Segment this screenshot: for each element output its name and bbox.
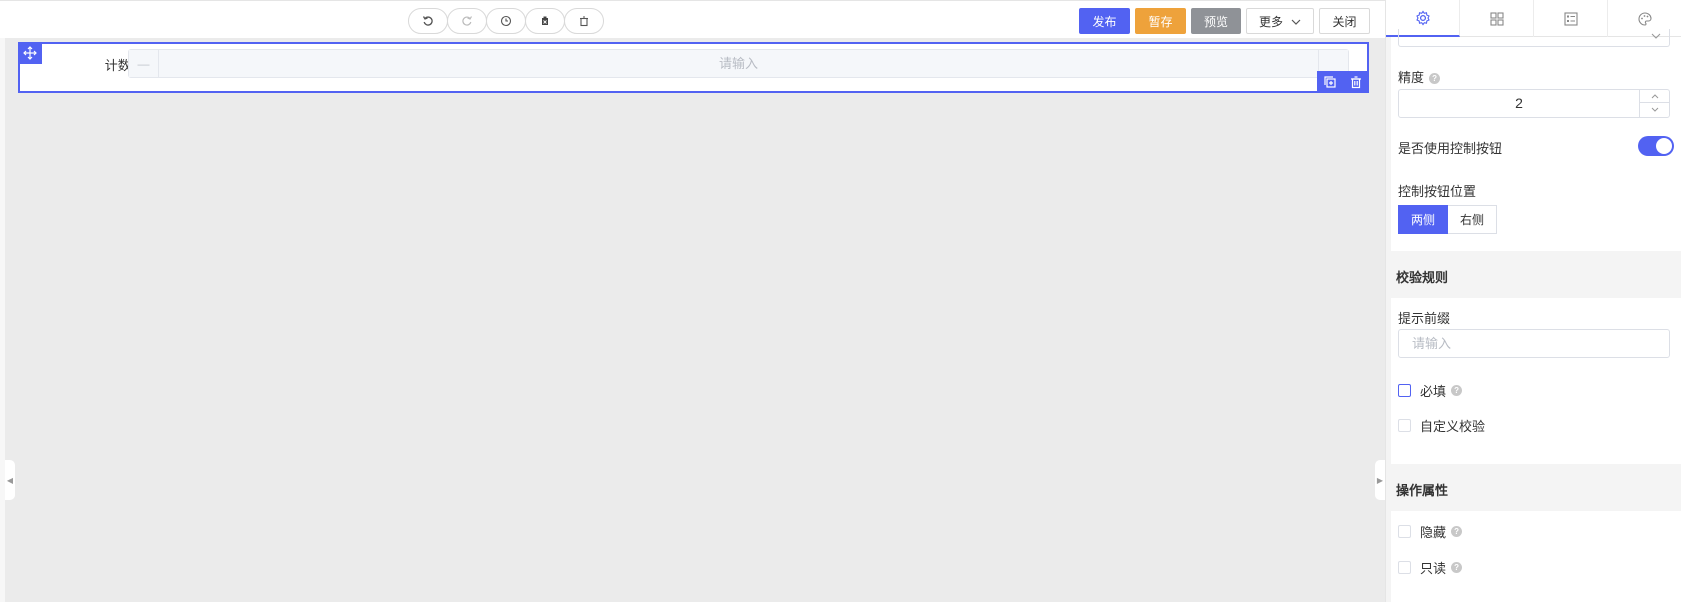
number-input-placeholder: 请输入: [718, 56, 758, 71]
more-label: 更多: [1258, 14, 1283, 29]
precision-input[interactable]: 2: [1398, 89, 1670, 118]
designer-canvas: 发布 暂存 预览 更多 关闭 计数1 — 请输入 ◀ ▶: [0, 0, 1385, 602]
validation-card: 提示前缀 请输入 必填? 自定义校验: [1391, 298, 1681, 464]
copy-widget-button[interactable]: [1317, 71, 1343, 93]
decrement-button[interactable]: —: [129, 50, 159, 77]
required-checkbox-row[interactable]: 必填?: [1398, 382, 1463, 399]
collapse-left-handle[interactable]: ◀: [5, 460, 15, 500]
undo-icon: [422, 16, 433, 26]
precision-label-text: 精度: [1398, 70, 1425, 85]
close-button[interactable]: 关闭: [1319, 8, 1370, 34]
readonly-checkbox[interactable]: [1398, 560, 1411, 574]
number-settings-card: 精度? 2 是否使用控制按钮 控制按钮位置 两侧 右侧: [1391, 29, 1681, 251]
precision-decrease-button[interactable]: [1640, 103, 1669, 116]
prefix-input[interactable]: 请输入: [1398, 329, 1670, 358]
help-icon[interactable]: ?: [1451, 561, 1463, 573]
precision-increase-button[interactable]: [1640, 90, 1669, 103]
controls-position-label: 控制按钮位置: [1398, 184, 1477, 199]
precision-label: 精度?: [1398, 67, 1441, 86]
chevron-up-icon: [1651, 93, 1658, 98]
partial-select-field[interactable]: [1398, 29, 1670, 47]
undo-button[interactable]: [408, 8, 448, 34]
controls-toggle[interactable]: [1638, 136, 1674, 156]
custom-validation-checkbox-row[interactable]: 自定义校验: [1398, 417, 1486, 434]
chevron-down-icon: [1651, 107, 1658, 112]
move-icon: [23, 46, 37, 60]
property-panel: 精度? 2 是否使用控制按钮 控制按钮位置 两侧 右侧 校验规则 提示前缀 请输…: [1385, 0, 1681, 602]
counter-widget[interactable]: 计数1 — 请输入: [18, 42, 1369, 93]
chevron-down-icon: [1651, 31, 1661, 41]
help-icon[interactable]: ?: [1451, 384, 1463, 396]
publish-button[interactable]: 发布: [1079, 8, 1130, 34]
number-input[interactable]: — 请输入: [128, 49, 1349, 78]
collapse-right-handle[interactable]: ▶: [1375, 460, 1385, 500]
precision-value: 2: [1515, 95, 1523, 111]
history-toolbar: [408, 8, 604, 34]
more-dropdown[interactable]: 更多: [1246, 8, 1314, 34]
readonly-checkbox-row[interactable]: 只读?: [1398, 559, 1463, 576]
theme-icon: [1637, 11, 1652, 26]
delete-widget-button[interactable]: [1343, 71, 1369, 93]
operations-card: 隐藏? 只读?: [1391, 511, 1681, 602]
hidden-label: 隐藏: [1420, 524, 1447, 540]
top-toolbar: 发布 暂存 预览 更多 关闭: [0, 0, 1385, 38]
history-clock-icon: [500, 15, 512, 27]
controls-position-group: 两侧 右侧: [1398, 205, 1498, 234]
hidden-checkbox-row[interactable]: 隐藏?: [1398, 523, 1463, 540]
arrow-right-icon: ▶: [1376, 475, 1384, 485]
arrow-left-icon: ◀: [6, 475, 14, 485]
clear-button[interactable]: [525, 8, 565, 34]
required-checkbox[interactable]: [1398, 383, 1411, 397]
delete-all-button[interactable]: [564, 8, 604, 34]
redo-icon: [462, 16, 473, 26]
widget-tools: [1317, 71, 1369, 93]
clear-icon: [542, 16, 548, 25]
readonly-label: 只读: [1420, 560, 1447, 576]
toggle-knob: [1656, 138, 1672, 154]
help-icon[interactable]: ?: [1429, 73, 1441, 85]
delete-icon: [580, 16, 588, 27]
trash-icon: [1351, 76, 1361, 89]
preview-button[interactable]: 预览: [1191, 8, 1241, 34]
components-icon: [1489, 11, 1504, 26]
position-both-sides-option[interactable]: 两侧: [1398, 205, 1449, 234]
validation-section-title: 校验规则: [1396, 270, 1449, 285]
drag-handle[interactable]: [18, 42, 42, 64]
copy-icon: [1324, 76, 1336, 88]
precision-stepper: [1639, 90, 1669, 117]
settings-icon: [1415, 10, 1430, 25]
redo-button[interactable]: [447, 8, 487, 34]
form-icon: [1563, 11, 1578, 26]
history-button[interactable]: [486, 8, 526, 34]
custom-validation-checkbox[interactable]: [1398, 418, 1411, 432]
hidden-checkbox[interactable]: [1398, 524, 1411, 538]
custom-validation-label: 自定义校验: [1420, 418, 1486, 434]
chevron-down-icon: [1291, 14, 1301, 28]
required-label: 必填: [1420, 383, 1447, 399]
position-right-option[interactable]: 右侧: [1448, 205, 1498, 234]
canvas-left-edge: [0, 38, 5, 602]
draft-button[interactable]: 暂存: [1135, 8, 1186, 34]
help-icon[interactable]: ?: [1451, 525, 1463, 537]
operations-section-title: 操作属性: [1396, 483, 1449, 498]
controls-toggle-label: 是否使用控制按钮: [1398, 141, 1503, 156]
prefix-label: 提示前缀: [1398, 311, 1451, 326]
